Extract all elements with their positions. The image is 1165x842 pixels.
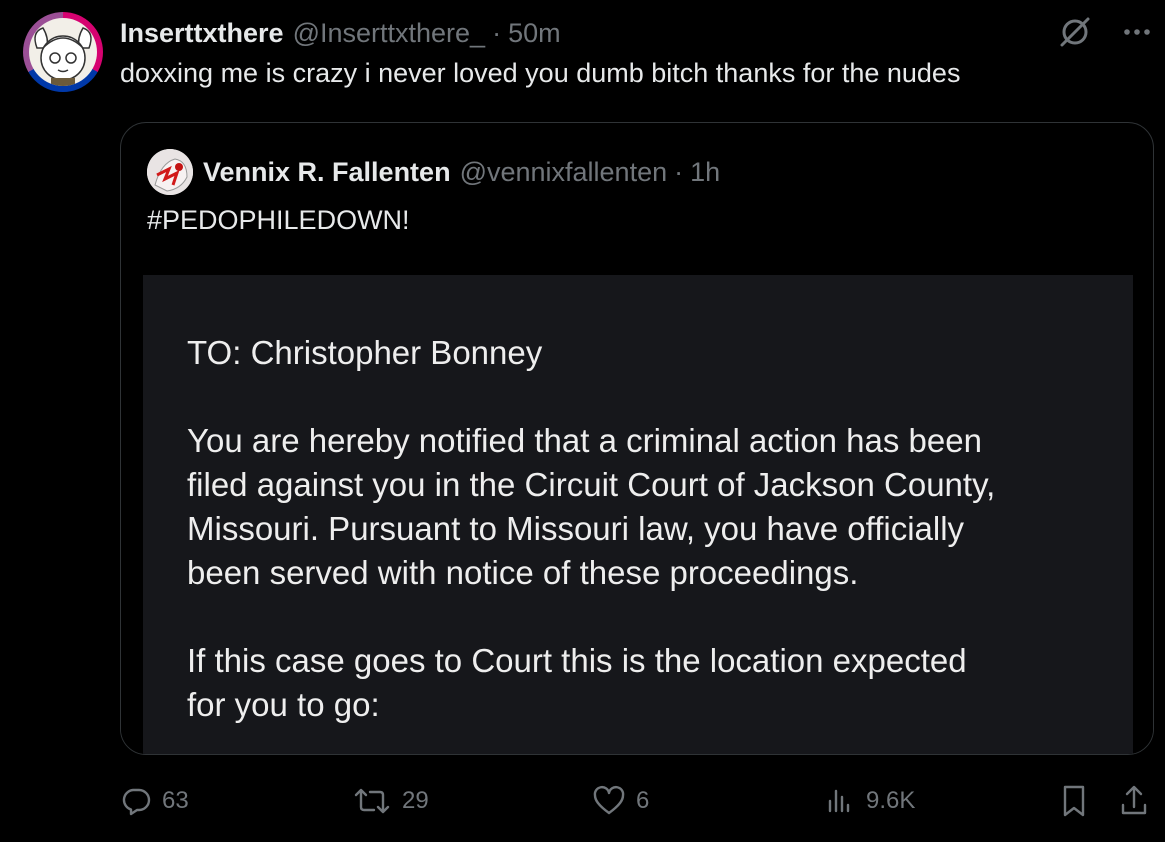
tweet-top-icons: [1057, 14, 1151, 50]
image-text-line: You are hereby notified that a criminal …: [187, 422, 982, 459]
share-icon: [1118, 783, 1150, 819]
image-text-line: If this case goes to Court this is the l…: [187, 642, 967, 679]
quoted-tweet-header: Vennix R. Fallenten @vennixfallenten · 1…: [203, 153, 720, 191]
like-button[interactable]: 6: [592, 778, 649, 824]
like-count: 6: [636, 787, 650, 814]
reply-button[interactable]: 63: [120, 778, 189, 824]
separator-dot: ·: [674, 156, 684, 187]
quoted-author-name[interactable]: Vennix R. Fallenten: [203, 157, 451, 188]
image-text-line: been served with notice of these proceed…: [187, 554, 859, 591]
image-text-to: TO: Christopher Bonney: [187, 334, 543, 371]
tweet-text: doxxing me is crazy i never loved you du…: [120, 58, 961, 88]
quoted-tweet-text[interactable]: #PEDOPHILEDOWN!: [147, 205, 410, 236]
image-document-text: TO: Christopher Bonney You are hereby no…: [187, 331, 995, 727]
grok-icon[interactable]: [1057, 14, 1093, 50]
image-text-line: for you to go:: [187, 686, 380, 723]
author-handle[interactable]: @Inserttxthere_: [293, 18, 486, 49]
quoted-tweet[interactable]: Vennix R. Fallenten @vennixfallenten · 1…: [120, 122, 1154, 755]
image-text-line: Missouri. Pursuant to Missouri law, you …: [187, 510, 965, 547]
image-text-notice: You are hereby notified that a criminal …: [187, 419, 995, 595]
views-count: 9.6K: [866, 787, 916, 814]
tweet-action-bar: 63 29 6 9.6K: [118, 778, 1158, 824]
image-text-line: filed against you in the Circuit Court o…: [187, 466, 996, 503]
quoted-timestamp[interactable]: 1h: [690, 157, 720, 188]
image-panel: TO: Christopher Bonney You are hereby no…: [143, 275, 1133, 754]
repost-count: 29: [402, 787, 429, 814]
separator-dot: ·: [492, 17, 502, 48]
image-text-location: If this case goes to Court this is the l…: [187, 639, 995, 727]
quoted-tweet-image[interactable]: TO: Christopher Bonney You are hereby no…: [121, 275, 1153, 754]
quoted-author-avatar[interactable]: [147, 149, 193, 195]
author-avatar[interactable]: [23, 12, 103, 92]
quoted-author-handle[interactable]: @vennixfallenten: [460, 157, 668, 188]
timestamp[interactable]: 50m: [508, 18, 561, 49]
author-name[interactable]: Inserttxthere: [120, 18, 284, 49]
bookmark-icon: [1058, 783, 1090, 819]
reply-icon: [120, 785, 152, 817]
tweet-header: Inserttxthere @Inserttxthere_ · 50m: [120, 14, 561, 52]
repost-button[interactable]: 29: [352, 778, 429, 824]
repost-icon: [352, 785, 392, 817]
heart-icon: [592, 785, 626, 817]
reply-count: 63: [162, 787, 189, 814]
views-icon: [824, 785, 856, 817]
more-icon[interactable]: [1123, 27, 1151, 37]
share-button[interactable]: [1118, 778, 1150, 824]
views-button[interactable]: 9.6K: [824, 778, 915, 824]
bookmark-button[interactable]: [1058, 778, 1090, 824]
